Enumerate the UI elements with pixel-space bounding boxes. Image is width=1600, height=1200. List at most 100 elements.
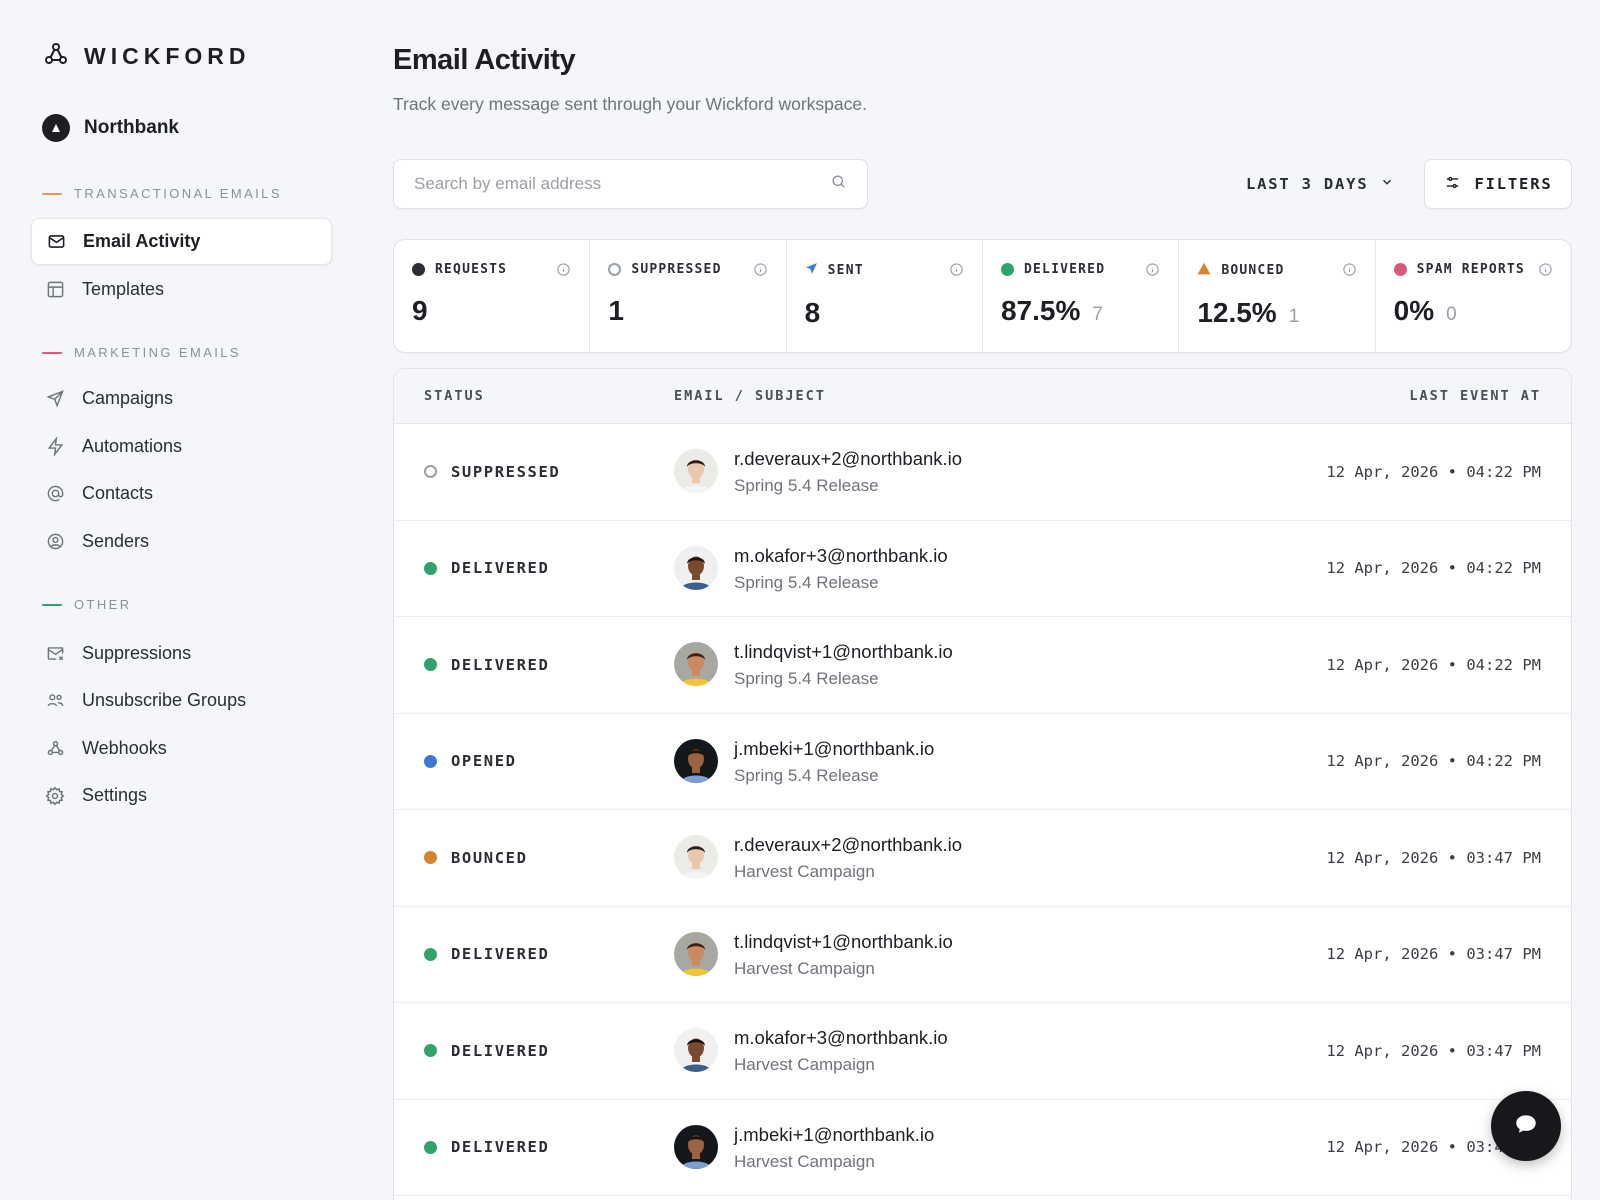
stat-value-row: 1: [608, 295, 767, 327]
sidebar-item-label: Automations: [82, 436, 183, 456]
status-dot-icon: [424, 754, 437, 768]
filters-label: FILTERS: [1474, 175, 1553, 193]
info-icon[interactable]: [1538, 262, 1553, 282]
section-other: OTHER: [42, 597, 132, 612]
status-label: BOUNCED: [451, 848, 528, 867]
sidebar-item-templates[interactable]: Templates: [31, 266, 332, 313]
email-subject: Harvest Campaign: [734, 1151, 875, 1171]
users-icon: [45, 691, 65, 711]
stat-value-row: 9: [412, 295, 571, 327]
sidebar-item-suppressions[interactable]: Suppressions: [31, 630, 332, 677]
sidebar: WICKFORD Northbank TRANSACTIONAL EMAILS …: [0, 0, 360, 1200]
stat-label: SPAM REPORTS: [1416, 262, 1525, 277]
stat-suppressed[interactable]: SUPPRESSED 1: [590, 240, 787, 352]
table-row[interactable]: BOUNCED r.deveraux+2@northbank.io Harves…: [394, 810, 1571, 907]
table-row[interactable]: DELIVERED t.lindqvist+1@northbank.io Har…: [394, 907, 1571, 1003]
status-label: DELIVERED: [451, 655, 550, 674]
column-header-email[interactable]: EMAIL / SUBJECT: [674, 388, 826, 404]
sidebar-item-webhooks[interactable]: Webhooks: [31, 725, 332, 772]
brand-name: WICKFORD: [84, 43, 251, 69]
recipient-email[interactable]: r.deveraux+2@northbank.io: [734, 448, 962, 470]
info-icon[interactable]: [753, 262, 768, 282]
stat-value: 87.5%: [1000, 295, 1081, 326]
stat-value-row: 0% 0: [1394, 295, 1553, 327]
sidebar-item-campaigns[interactable]: Campaigns: [31, 375, 332, 422]
section-marketing: MARKETING EMAILS: [42, 345, 241, 360]
column-header-last-event[interactable]: LAST EVENT AT: [1409, 388, 1541, 404]
table-row[interactable]: DELIVERED m.okafor+3@northbank.io Harves…: [394, 1003, 1571, 1100]
stat-header: DELIVERED: [1000, 262, 1160, 277]
filters-button[interactable]: FILTERS: [1424, 159, 1572, 209]
sidebar-item-senders[interactable]: Senders: [31, 518, 332, 565]
stat-header: SENT: [805, 262, 964, 279]
sidebar-item-unsubscribe-groups[interactable]: Unsubscribe Groups: [31, 677, 332, 724]
brand-logo-icon: [44, 42, 68, 71]
recipient-email[interactable]: t.lindqvist+1@northbank.io: [734, 641, 953, 663]
email-subject: Harvest Campaign: [734, 862, 875, 881]
sidebar-item-settings[interactable]: Settings: [31, 772, 332, 819]
sidebar-item-label: Senders: [82, 531, 150, 551]
recipient-email[interactable]: m.okafor+3@northbank.io: [734, 545, 948, 567]
status-cell: OPENED: [424, 714, 517, 810]
sidebar-item-automations[interactable]: Automations: [31, 423, 332, 470]
search-icon[interactable]: [830, 173, 847, 195]
chat-button[interactable]: [1491, 1091, 1561, 1161]
stat-value: 1: [608, 295, 624, 326]
brand[interactable]: WICKFORD: [44, 42, 250, 71]
stat-delivered[interactable]: DELIVERED 87.5% 7: [983, 240, 1180, 352]
sidebar-item-label: Email Activity: [83, 231, 201, 251]
column-header-status[interactable]: STATUS: [424, 388, 485, 404]
info-icon[interactable]: [1342, 262, 1357, 282]
requests-dot-icon: [412, 263, 425, 276]
last-event-time: 12 Apr, 2026 • 04:22 PM: [1326, 462, 1541, 481]
status-label: DELIVERED: [451, 1138, 550, 1157]
table-row[interactable]: DELIVERED t.lindqvist+1@northbank.io Spr…: [394, 617, 1571, 714]
info-icon[interactable]: [556, 262, 571, 282]
sidebar-item-email-activity[interactable]: Email Activity: [31, 218, 332, 265]
send-icon: [45, 389, 65, 409]
stat-value-row: 87.5% 7: [1001, 295, 1160, 327]
avatar: [674, 449, 718, 493]
info-icon[interactable]: [1145, 262, 1160, 282]
last-event-time: 12 Apr, 2026 • 04:22 PM: [1326, 559, 1541, 578]
date-range-label: LAST 3 DAYS: [1246, 175, 1369, 193]
status-dot-icon: [424, 1140, 437, 1154]
recipient-email[interactable]: j.mbeki+1@northbank.io: [734, 738, 934, 760]
section-dash: [42, 192, 62, 195]
date-range-dropdown[interactable]: LAST 3 DAYS: [1246, 159, 1394, 209]
stat-sub: 1: [1288, 306, 1300, 327]
avatar: [674, 931, 718, 976]
recipient-email[interactable]: r.deveraux+2@northbank.io: [734, 834, 962, 856]
table-row[interactable]: SUPPRESSED r.deveraux+2@northbank.io Spr…: [394, 424, 1571, 521]
page-title: Email Activity: [393, 44, 576, 76]
table-row[interactable]: DELIVERED m.okafor+3@northbank.io Spring…: [394, 521, 1571, 617]
sidebar-item-label: Unsubscribe Groups: [82, 690, 247, 710]
stat-spam-reports[interactable]: SPAM REPORTS 0% 0: [1376, 240, 1571, 352]
user-circle-icon: [45, 532, 65, 552]
recipient-email[interactable]: m.okafor+3@northbank.io: [734, 1027, 948, 1049]
info-icon[interactable]: [949, 262, 964, 282]
bolt-icon: [45, 437, 65, 457]
table-row[interactable]: OPENED j.mbeki+1@northbank.io Spring 5.4…: [394, 714, 1571, 810]
stat-sent[interactable]: SENT 8: [787, 240, 983, 352]
section-title: MARKETING EMAILS: [74, 345, 241, 360]
status-label: SUPPRESSED: [451, 462, 561, 481]
delivered-dot-icon: [1000, 263, 1014, 276]
status-dot-icon: [424, 947, 437, 961]
workspace-switcher[interactable]: Northbank: [42, 114, 179, 142]
search-box[interactable]: [393, 159, 868, 209]
email-subject: Harvest Campaign: [734, 958, 875, 978]
recipient-email[interactable]: j.mbeki+1@northbank.io: [734, 1124, 934, 1146]
sidebar-item-contacts[interactable]: Contacts: [31, 470, 332, 517]
stat-requests[interactable]: REQUESTS 9: [394, 240, 591, 352]
sliders-icon: [1444, 174, 1461, 195]
stats-bar: REQUESTS 9 SUPPRESSED 1 SENT 8 DELIVERED…: [393, 239, 1572, 353]
recipient-email[interactable]: t.lindqvist+1@northbank.io: [734, 931, 953, 953]
status-dot-icon: [424, 658, 437, 672]
stat-bounced[interactable]: BOUNCED 12.5% 1: [1179, 240, 1376, 352]
mail-x-icon: [45, 644, 65, 664]
search-input[interactable]: [414, 174, 830, 194]
stat-header: BOUNCED: [1197, 262, 1356, 279]
table-row[interactable]: DELIVERED j.mbeki+1@northbank.io Harvest…: [394, 1100, 1571, 1196]
stat-label: BOUNCED: [1221, 263, 1285, 278]
